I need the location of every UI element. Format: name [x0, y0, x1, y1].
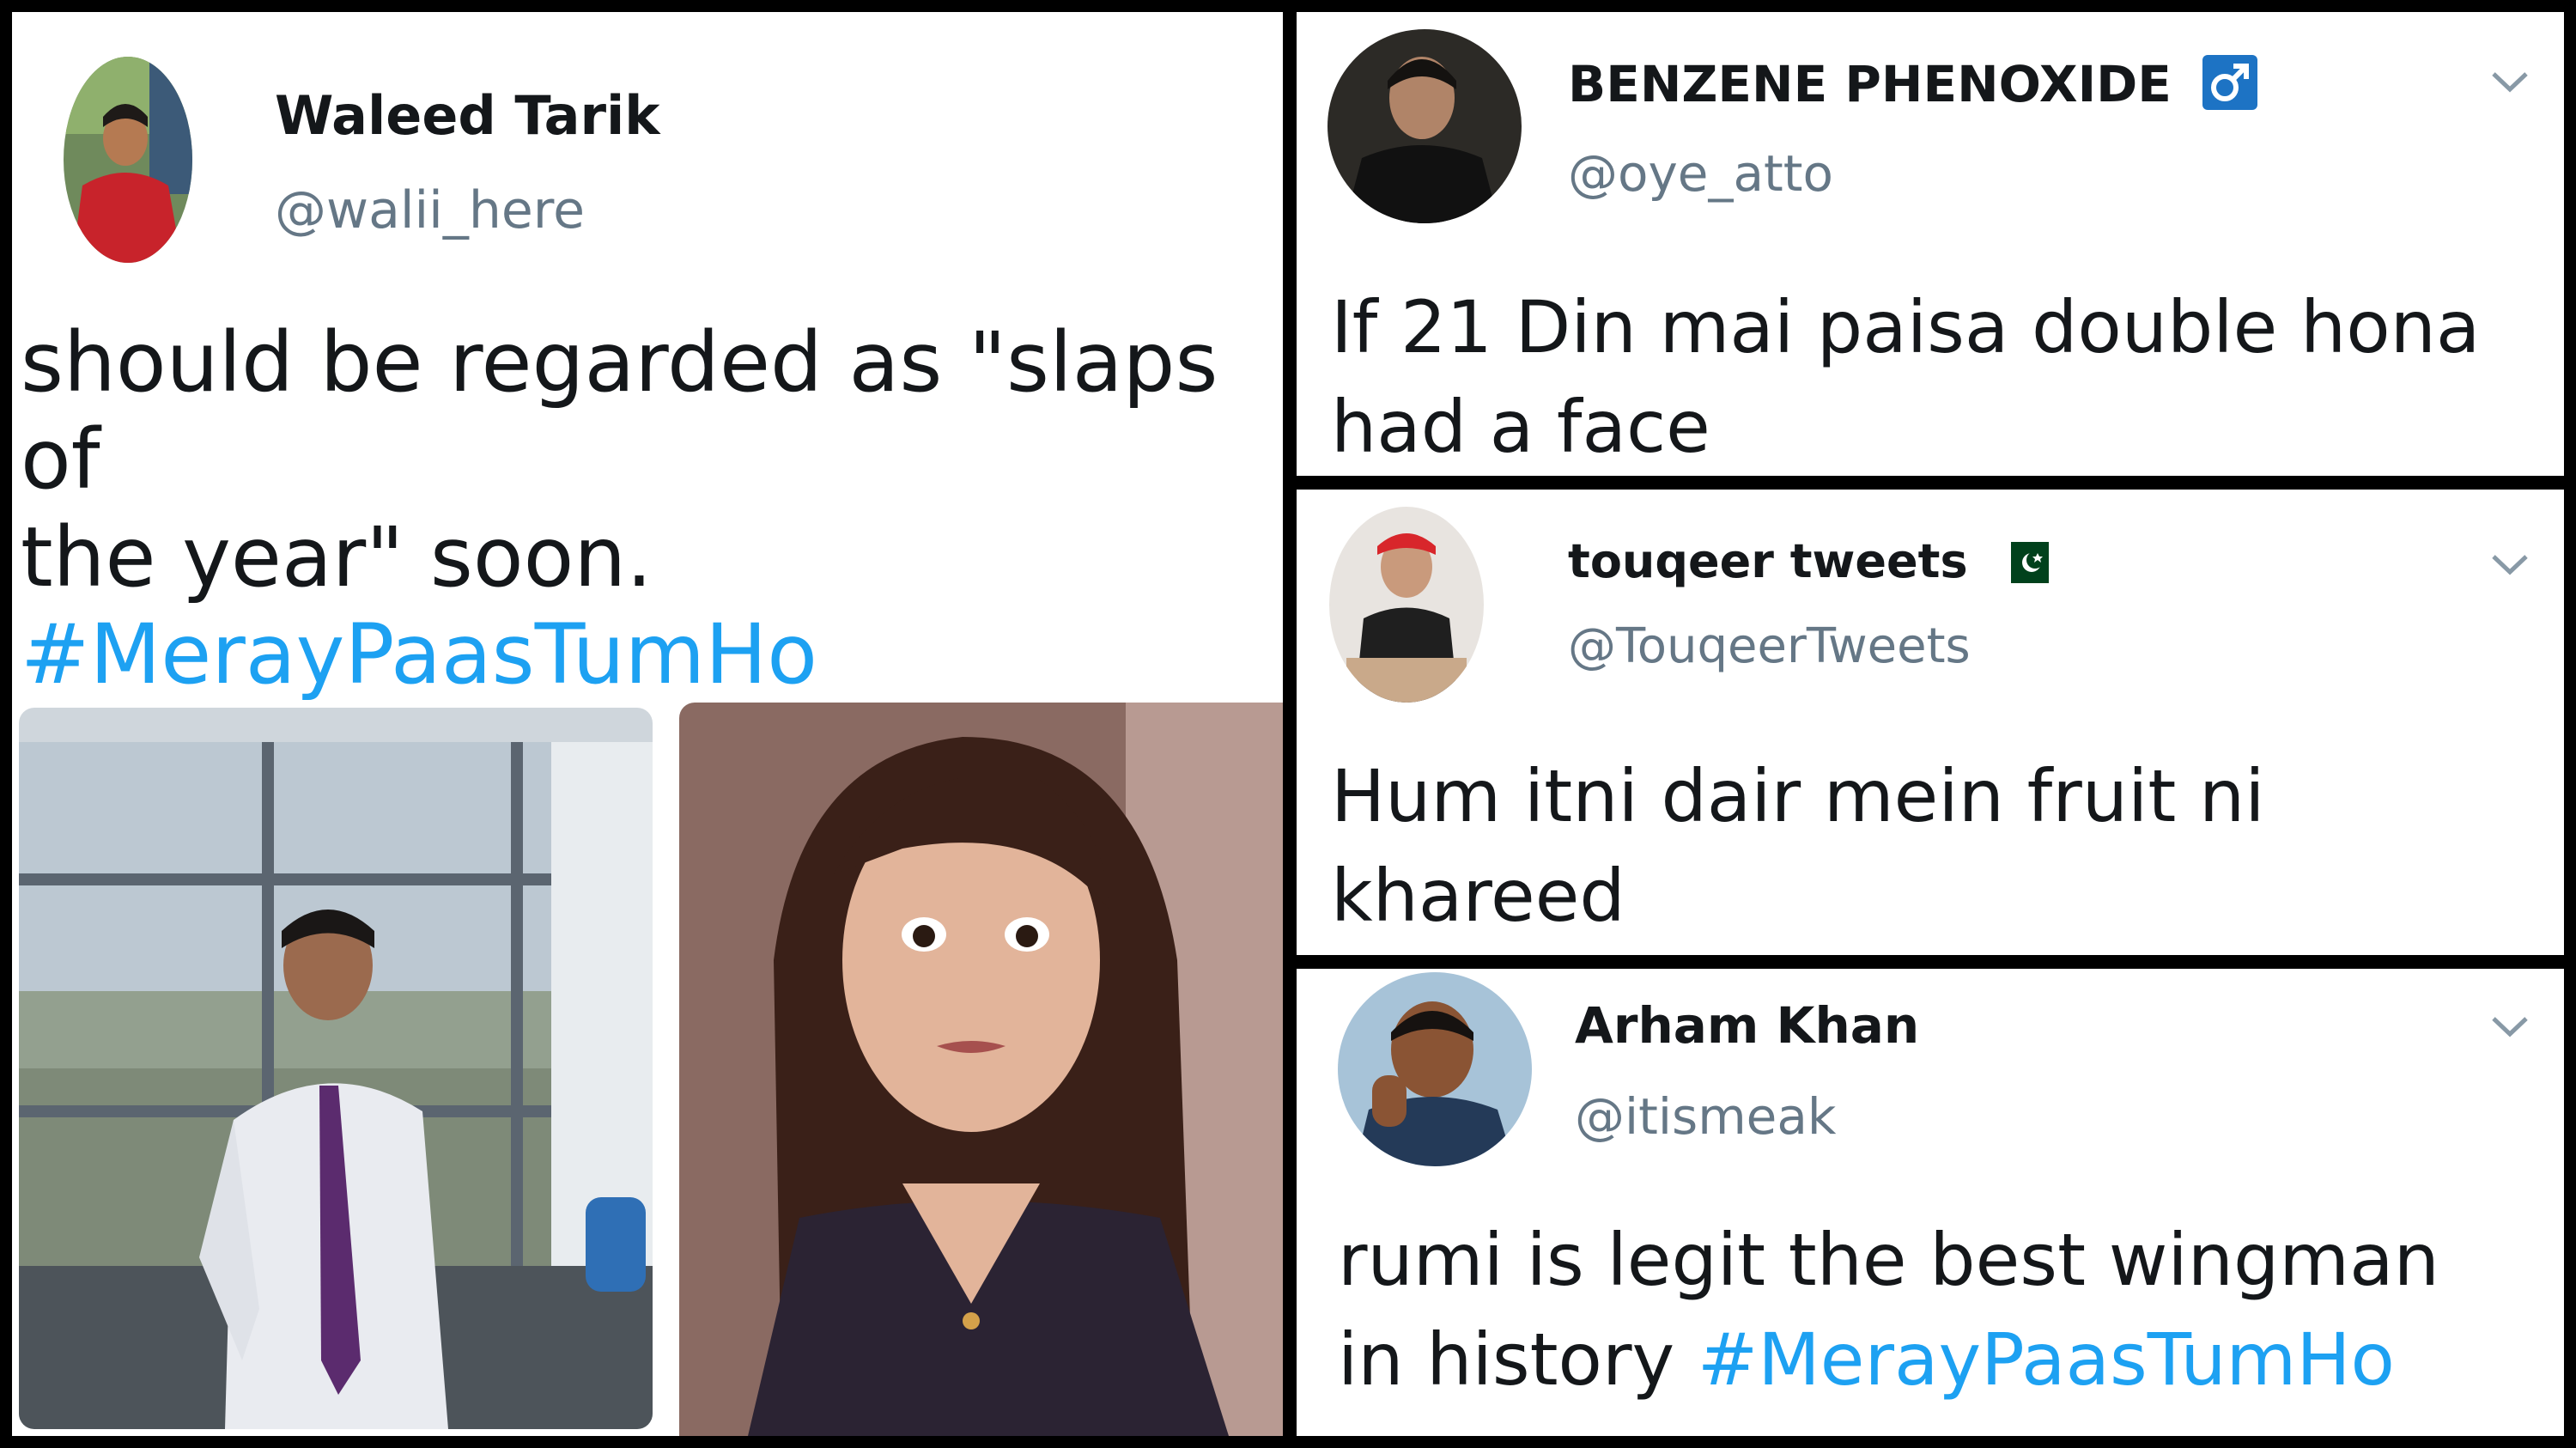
- hashtag-link[interactable]: #MerayPaasTumHo: [1698, 1317, 2395, 1402]
- tweet-text-line: in history #MerayPaasTumHo: [1338, 1311, 2557, 1410]
- tweet-text-fragment: in history: [1338, 1317, 1675, 1402]
- pakistan-flag-icon: [1999, 540, 2050, 584]
- display-name-text: BENZENE PHENOXIDE: [1568, 55, 2172, 113]
- tweet-text: Hum itni dair mein fruit ni khareed pate…: [1331, 747, 2559, 955]
- tweet-text-line: Hum itni dair mein fruit ni khareed: [1331, 754, 2265, 938]
- hashtag-link[interactable]: #MerayPaasTumHo: [21, 606, 1274, 703]
- tweet-card-arham: Arham Khan @itismeak rumi is legit the b…: [1297, 969, 2564, 1436]
- tweet-card-waleed: Waleed Tarik @walii_here should be regar…: [12, 12, 1283, 1436]
- username[interactable]: @oye_atto: [1568, 144, 1833, 203]
- display-name[interactable]: Waleed Tarik: [275, 84, 660, 147]
- male-sign-icon: [2202, 54, 2258, 110]
- tweet-text-line: had a face: [1331, 384, 1710, 469]
- chevron-down-icon[interactable]: [2490, 69, 2530, 94]
- chevron-down-icon[interactable]: [2490, 1013, 2530, 1039]
- display-name-text: touqeer tweets: [1568, 534, 1968, 588]
- avatar[interactable]: [64, 57, 192, 263]
- username[interactable]: @itismeak: [1575, 1087, 1837, 1146]
- tweet-photo-woman[interactable]: [679, 703, 1283, 1436]
- username[interactable]: @walii_here: [275, 180, 585, 240]
- tweet-text-line: If 21 Din mai paisa double hona: [1331, 285, 2481, 369]
- chevron-down-icon[interactable]: [2490, 551, 2530, 577]
- display-name[interactable]: touqeer tweets: [1568, 534, 2050, 588]
- username[interactable]: @TouqeerTweets: [1568, 618, 1971, 674]
- tweet-text: If 21 Din mai paisa double hona had a fa…: [1331, 278, 2559, 476]
- avatar[interactable]: [1338, 972, 1532, 1166]
- tweet-text-line: patey isney civic khareed lia.: [1331, 946, 2559, 955]
- tweet-card-benzene: BENZENE PHENOXIDE @oye_atto If 21 Din ma…: [1297, 12, 2564, 476]
- display-name[interactable]: Arham Khan: [1575, 996, 1919, 1055]
- avatar[interactable]: [1329, 507, 1484, 703]
- tweet-text: rumi is legit the best wingman in histor…: [1338, 1211, 2557, 1410]
- tweet-card-touqeer: touqeer tweets @TouqeerTweets Hum itni d…: [1297, 490, 2564, 955]
- display-name[interactable]: BENZENE PHENOXIDE: [1568, 54, 2258, 115]
- tweet-text-line: should be regarded as "slaps of: [21, 314, 1218, 508]
- tweet-text-line: the year" soon.: [21, 508, 653, 605]
- tweet-text: should be regarded as "slaps of the year…: [21, 314, 1274, 703]
- tweet-photo-office[interactable]: [19, 708, 653, 1429]
- avatar[interactable]: [1327, 29, 1522, 223]
- tweet-text-line: rumi is legit the best wingman: [1338, 1218, 2439, 1302]
